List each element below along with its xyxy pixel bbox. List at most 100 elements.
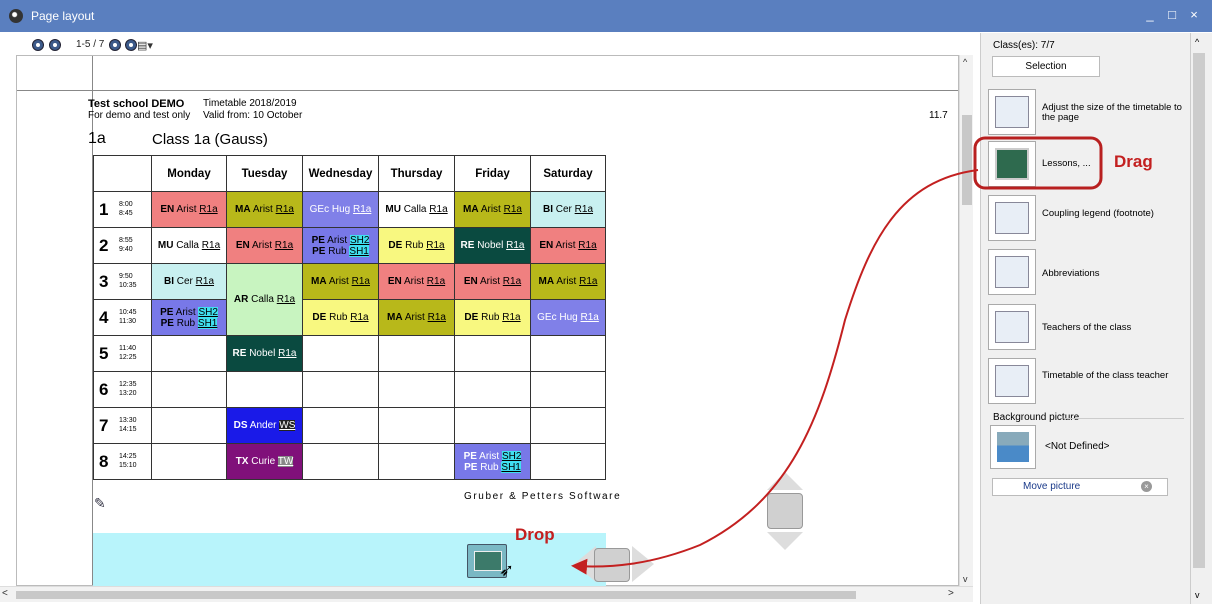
empty-cell[interactable] [454, 371, 531, 408]
day-header: Tuesday [226, 155, 303, 192]
lesson-cell[interactable]: MA Arist R1a [226, 191, 303, 228]
valid-from: Valid from: 10 October [203, 110, 303, 121]
preview-horizontal-scrollbar[interactable]: < > [0, 586, 973, 602]
lesson-cell[interactable]: MA Arist R1a [302, 263, 379, 300]
lesson-cell[interactable]: PE Arist SH2 PE Rub SH1 [302, 227, 379, 264]
teachers-icon [995, 311, 1029, 343]
last-page-icon[interactable] [125, 39, 137, 51]
minimize-button[interactable]: _ [1140, 7, 1160, 22]
class-name: Class 1a (Gauss) [152, 131, 268, 148]
lesson-cell[interactable]: PE Arist SH2 PE Rub SH1 [151, 299, 227, 336]
empty-cell[interactable] [378, 407, 455, 444]
class-teacher-timetable-item[interactable] [988, 358, 1036, 404]
empty-cell[interactable] [151, 443, 227, 480]
lesson-cell[interactable]: RE Nobel R1a [226, 335, 303, 372]
lesson-cell[interactable]: PE Arist SH2 PE Rub SH1 [454, 443, 531, 480]
lesson-cell[interactable]: AR Calla R1a [226, 263, 303, 336]
abbreviations-icon [995, 256, 1029, 288]
background-picture-icon[interactable] [990, 425, 1036, 469]
center-handle-vertical[interactable] [767, 493, 803, 529]
lesson-cell[interactable]: EN Arist R1a [378, 263, 455, 300]
arrow-left-icon[interactable] [574, 546, 596, 582]
fit-page-item[interactable] [988, 89, 1036, 135]
empty-cell[interactable] [302, 407, 379, 444]
empty-cell[interactable] [151, 335, 227, 372]
background-value: <Not Defined> [1045, 441, 1110, 452]
lesson-cell[interactable]: RE Nobel R1a [454, 227, 531, 264]
lesson-cell[interactable]: DE Rub R1a [454, 299, 531, 336]
lesson-cell[interactable]: EN Arist R1a [151, 191, 227, 228]
lesson-cell[interactable]: MA Arist R1a [454, 191, 531, 228]
lesson-cell[interactable]: GEc Hug R1a [302, 191, 379, 228]
selection-button[interactable]: Selection [992, 56, 1100, 77]
divider [1064, 418, 1184, 419]
panel-scrollbar[interactable]: ^ v [1190, 33, 1212, 604]
lesson-cell[interactable]: DE Rub R1a [378, 227, 455, 264]
prev-page-icon[interactable] [49, 39, 61, 51]
panel-item-label: Teachers of the class [1042, 322, 1132, 333]
toolbar: 1-5 / 7 ▤▾ [16, 36, 956, 54]
center-handle[interactable] [594, 548, 630, 582]
period-cell: 1 8:00 8:45 [93, 191, 152, 228]
lesson-cell[interactable]: EN Arist R1a [530, 227, 606, 264]
empty-cell[interactable] [530, 335, 606, 372]
empty-cell[interactable] [151, 407, 227, 444]
lesson-cell[interactable]: BI Cer R1a [151, 263, 227, 300]
lesson-cell[interactable]: MA Arist R1a [378, 299, 455, 336]
coupling-legend-icon [995, 202, 1029, 234]
panel-item-label: Adjust the size of the timetable to the … [1042, 102, 1182, 123]
preview-vertical-scrollbar[interactable]: ^ v [959, 55, 973, 586]
drag-annotation-label: Drag [1114, 152, 1153, 171]
arrow-up-icon[interactable] [767, 472, 803, 490]
lesson-cell[interactable]: EN Arist R1a [454, 263, 531, 300]
maximize-button[interactable]: □ [1162, 7, 1182, 22]
empty-cell[interactable] [302, 443, 379, 480]
next-page-icon[interactable] [109, 39, 121, 51]
pencil-icon[interactable]: ✎ [94, 495, 106, 512]
day-header: Thursday [378, 155, 455, 192]
empty-cell[interactable] [454, 407, 531, 444]
lesson-cell[interactable]: GEc Hug R1a [530, 299, 606, 336]
abbreviations-item[interactable] [988, 249, 1036, 295]
move-picture-button[interactable]: Move picture × [992, 478, 1168, 496]
company-footer: Gruber & Petters Software [464, 491, 622, 502]
lessons-item[interactable] [988, 141, 1036, 187]
teachers-item[interactable] [988, 304, 1036, 350]
empty-cell[interactable] [151, 371, 227, 408]
mouse-cursor-icon: ➶ [499, 560, 515, 580]
empty-cell[interactable] [378, 443, 455, 480]
lesson-cell[interactable]: EN Arist R1a [226, 227, 303, 264]
arrow-down-icon[interactable] [767, 532, 803, 550]
period-cell: 8 14:25 15:10 [93, 443, 152, 480]
empty-cell[interactable] [454, 335, 531, 372]
layout-menu-icon[interactable]: ▤▾ [137, 39, 153, 52]
empty-cell[interactable] [530, 371, 606, 408]
empty-cell[interactable] [302, 335, 379, 372]
lesson-cell[interactable]: BI Cer R1a [530, 191, 606, 228]
coupling-legend-item[interactable] [988, 195, 1036, 241]
timetable-grid[interactable]: Monday Tuesday Wednesday Thursday Friday… [93, 155, 606, 480]
day-header: Saturday [530, 155, 606, 192]
classes-count: Class(es): 7/7 [993, 40, 1055, 51]
lesson-cell[interactable]: MU Calla R1a [378, 191, 455, 228]
lesson-cell[interactable]: TX Curie TW [226, 443, 303, 480]
lesson-cell[interactable]: DE Rub R1a [302, 299, 379, 336]
fit-page-icon [995, 96, 1029, 128]
empty-cell[interactable] [378, 335, 455, 372]
clear-icon[interactable]: × [1141, 481, 1152, 492]
panel-item-label: Timetable of the class teacher [1042, 370, 1169, 381]
empty-cell[interactable] [530, 443, 606, 480]
arrow-right-icon[interactable] [632, 546, 654, 582]
panel-item-label: Lessons, ... [1042, 158, 1091, 169]
empty-cell[interactable] [302, 371, 379, 408]
lesson-cell[interactable]: MU Calla R1a [151, 227, 227, 264]
empty-cell[interactable] [378, 371, 455, 408]
lesson-cell[interactable]: DS Ander WS [226, 407, 303, 444]
empty-cell[interactable] [530, 407, 606, 444]
lesson-cell[interactable]: MA Arist R1a [530, 263, 606, 300]
demo-note: For demo and test only [88, 110, 191, 121]
close-button[interactable]: × [1184, 7, 1204, 22]
first-page-icon[interactable] [32, 39, 44, 51]
empty-cell[interactable] [226, 371, 303, 408]
app-icon [9, 9, 23, 23]
